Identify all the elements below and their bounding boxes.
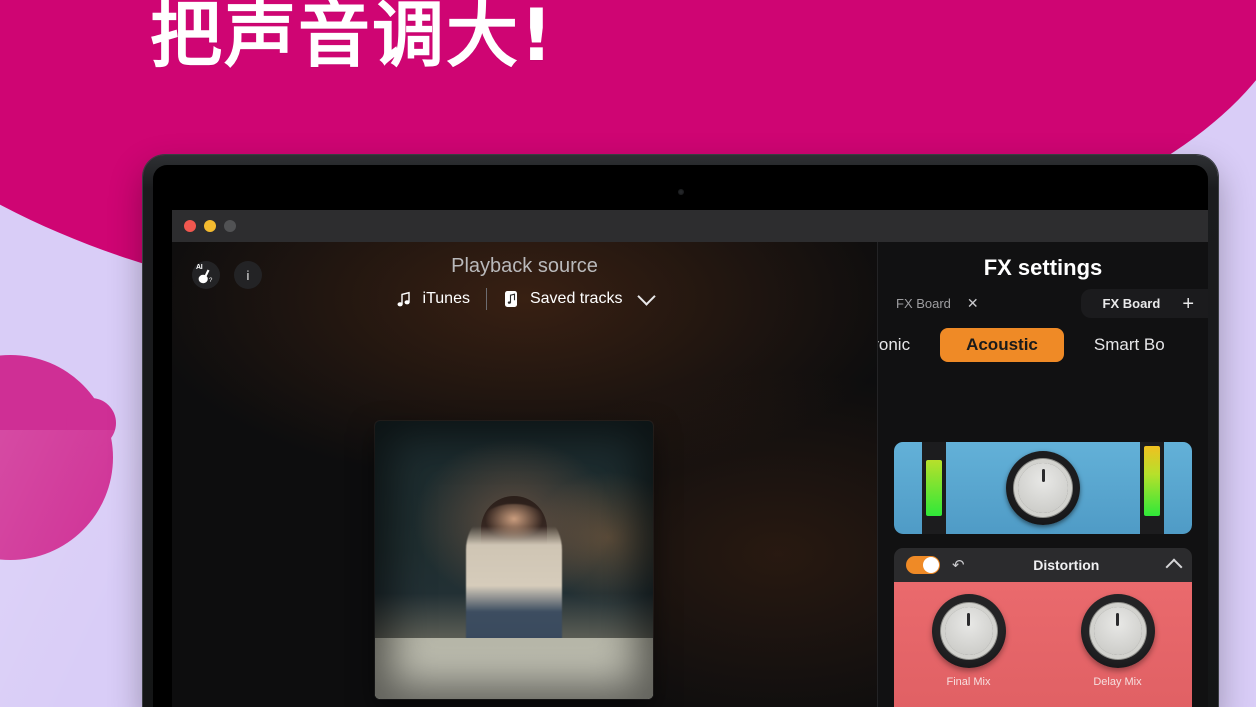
fx-board-tab-label: FX Board (896, 296, 951, 311)
fx-module-distortion-header: ↶ Distortion (894, 548, 1192, 582)
app-body: AI ? i Playback source iTunes Saved trac… (172, 242, 1208, 707)
window-titlebar (172, 210, 1208, 242)
add-fx-board-button[interactable]: FX Board + (1080, 289, 1208, 318)
add-fx-board-label: FX Board (1102, 296, 1161, 311)
window-minimize-button[interactable] (204, 220, 216, 232)
preset-smart-boost[interactable]: Smart Bo (1088, 335, 1171, 355)
fx-module-distortion-body: Final Mix Delay Mix (894, 582, 1192, 707)
preset-electronic[interactable]: ctronic (878, 335, 916, 355)
left-meter (922, 442, 946, 534)
fx-module-list: ↶ Distortion Final Mix Delay Mix (894, 442, 1192, 707)
fx-board-tab[interactable]: FX Board ✕ (896, 295, 979, 312)
poster-canvas: 把声音调大! AI ? i Playback source iTunes Sav… (0, 0, 1256, 707)
distortion-toggle[interactable] (906, 556, 940, 574)
playback-panel: AI ? i Playback source iTunes Saved trac… (172, 242, 877, 707)
fx-preset-row: ctronic Acoustic Smart Bo (878, 328, 1184, 362)
source-itunes[interactable]: iTunes (380, 290, 486, 309)
app-window: AI ? i Playback source iTunes Saved trac… (172, 210, 1208, 707)
chevron-up-icon[interactable] (1165, 558, 1183, 576)
fx-settings-title: FX settings (983, 255, 1103, 280)
playback-source-row: iTunes Saved tracks (172, 287, 877, 310)
delay-mix-label: Delay Mix (1093, 676, 1142, 688)
svg-text:?: ? (209, 278, 213, 284)
window-close-button[interactable] (184, 220, 196, 232)
laptop-frame: AI ? i Playback source iTunes Saved trac… (143, 155, 1218, 707)
source-saved-tracks-label: Saved tracks (529, 290, 623, 307)
fx-module-distortion: ↶ Distortion Final Mix Delay Mix (894, 548, 1192, 707)
source-itunes-label: iTunes (422, 290, 470, 307)
album-artwork (375, 421, 653, 699)
undo-icon[interactable]: ↶ (952, 556, 965, 574)
saved-tracks-icon (503, 290, 520, 309)
fx-module-eq (894, 442, 1192, 534)
artwork-vignette (375, 421, 653, 699)
eq-knob[interactable] (1006, 451, 1080, 525)
fx-settings-panel: FX settings FX Board ✕ FX Board + onic A… (877, 242, 1208, 707)
close-icon[interactable]: ✕ (967, 295, 979, 312)
fx-board-tabs: FX Board ✕ FX Board + (878, 289, 1208, 318)
delay-mix-knob[interactable] (1080, 594, 1155, 668)
delay-mix-control[interactable]: Delay Mix (1066, 594, 1170, 688)
preset-acoustic[interactable]: Acoustic (940, 328, 1064, 362)
webcam-icon (677, 189, 684, 195)
plus-icon: + (1182, 292, 1194, 315)
window-zoom-button (224, 220, 236, 232)
final-mix-label: Final Mix (946, 676, 991, 688)
music-note-icon (396, 290, 413, 309)
final-mix-control[interactable]: Final Mix (917, 594, 1021, 688)
chevron-down-icon[interactable] (637, 287, 657, 306)
laptop-screen: AI ? i Playback source iTunes Saved trac… (153, 165, 1208, 707)
playback-source-title: Playback source (451, 255, 598, 277)
poster-headline: 把声音调大! (150, 0, 555, 77)
right-meter (1140, 442, 1164, 534)
fx-module-eq-body[interactable] (894, 442, 1192, 534)
distortion-title: Distortion (1033, 557, 1100, 573)
source-saved-tracks[interactable]: Saved tracks (487, 287, 669, 309)
final-mix-knob[interactable] (931, 594, 1006, 668)
